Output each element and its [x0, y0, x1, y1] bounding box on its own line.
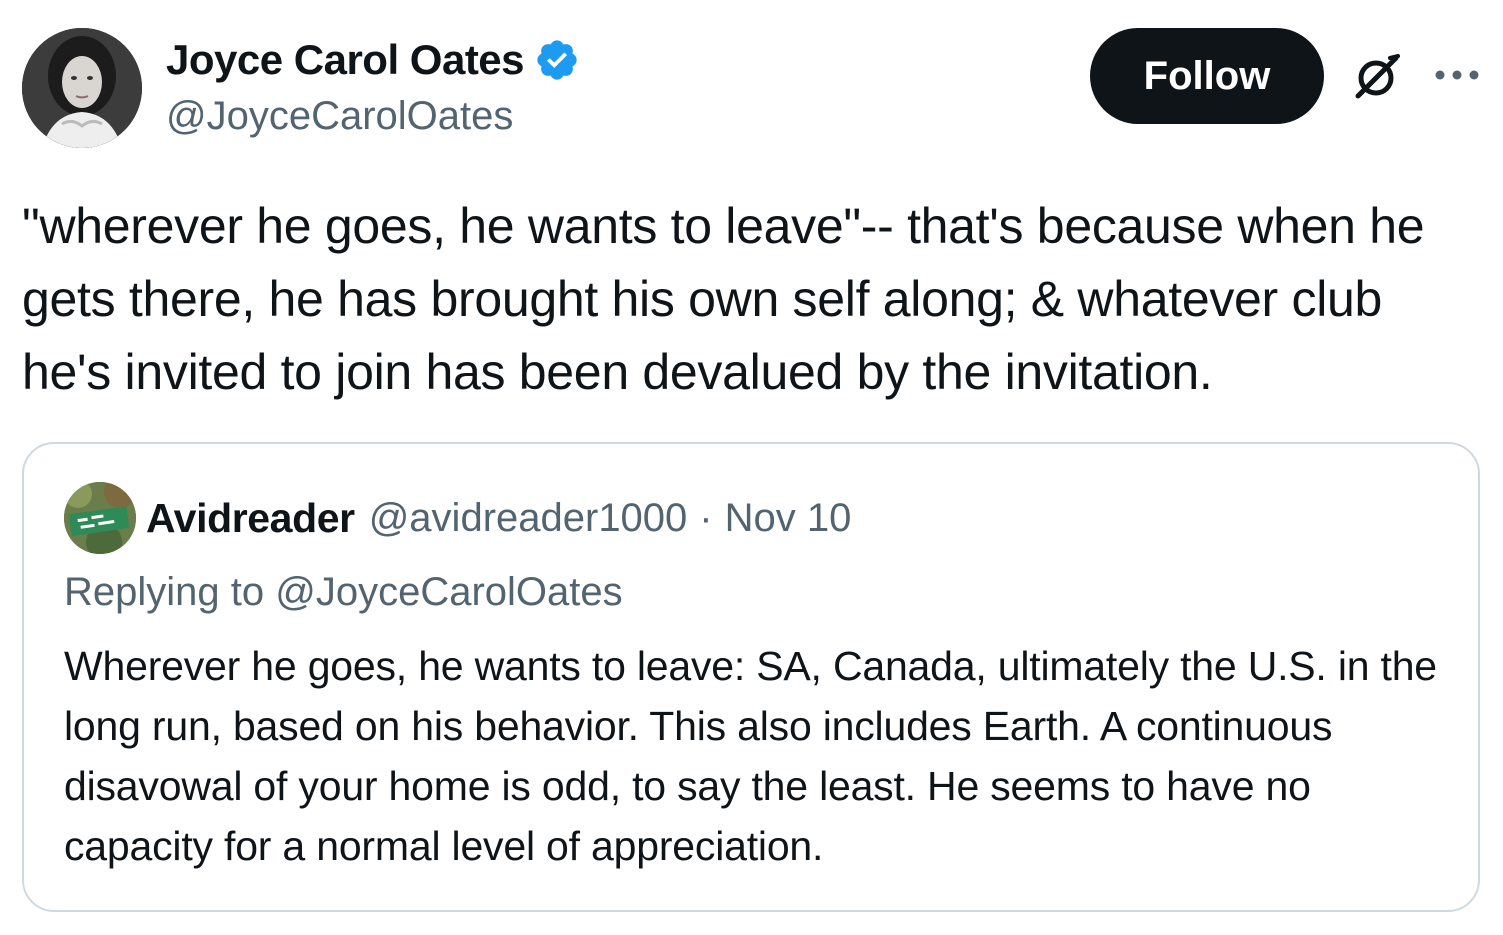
quoted-date[interactable]: Nov 10: [725, 496, 852, 541]
follow-button[interactable]: Follow: [1090, 28, 1324, 124]
separator-dot: ·: [699, 495, 713, 540]
quoted-author-avatar[interactable]: [64, 482, 136, 554]
quoted-header: Avidreader @avidreader1000 · Nov 10: [146, 490, 851, 546]
author-handle[interactable]: @JoyceCarolOates: [166, 94, 513, 139]
quoted-text: Wherever he goes, he wants to leave: SA,…: [64, 643, 1437, 869]
quoted-author-handle[interactable]: @avidreader1000: [369, 496, 688, 541]
more-options-icon[interactable]: [1432, 60, 1482, 90]
tweet: Joyce Carol Oates @JoyceCarolOates Follo…: [0, 0, 1503, 935]
author-avatar[interactable]: [22, 28, 142, 148]
author-name-row: Joyce Carol Oates: [166, 34, 580, 86]
quoted-tweet[interactable]: Avidreader @avidreader1000 · Nov 10 Repl…: [22, 442, 1480, 912]
author-name[interactable]: Joyce Carol Oates: [166, 36, 525, 84]
verified-badge-icon[interactable]: [534, 37, 580, 83]
quoted-author-name[interactable]: Avidreader: [146, 495, 355, 542]
replying-to: Replying to @JoyceCarolOates: [64, 570, 623, 614]
tweet-text: "wherever he goes, he wants to leave"-- …: [22, 198, 1425, 400]
grok-icon[interactable]: [1346, 46, 1406, 106]
